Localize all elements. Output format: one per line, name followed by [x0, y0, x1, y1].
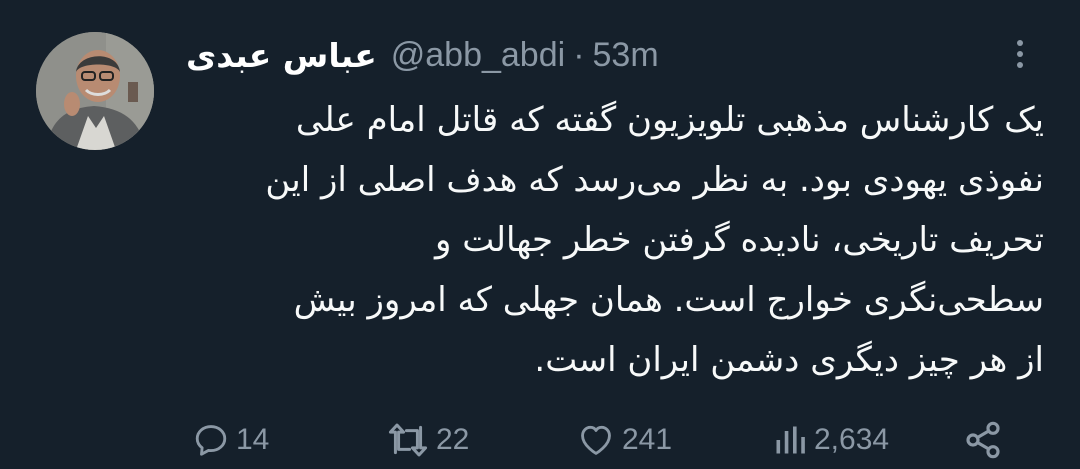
views-icon [776, 426, 805, 454]
retweet-button[interactable]: 22 [386, 412, 469, 468]
author-display-name[interactable]: عباس عبدی [186, 36, 377, 75]
tweet-card: عباس عبدی @abb_abdi · 53m یک کارشناس مذهبی… [0, 0, 1080, 469]
tweet-timestamp[interactable]: 53m [593, 36, 659, 74]
author-handle[interactable]: @abb_abdi [391, 36, 565, 74]
tweet-body: یک کارشناس مذهبی تلویزیون گفته که قاتل ا… [186, 90, 1044, 390]
meta-separator: · [573, 35, 585, 74]
avatar-photo [36, 32, 154, 150]
like-count: 241 [622, 423, 673, 456]
views-count: 2,634 [814, 423, 890, 456]
tweet-text-line: نفوذی یهودی بود. به نظر می‌رسد که هدف اص… [265, 160, 1044, 200]
tweet-text-line: سطحی‌نگری خوارج است. همان جهلی که امروز … [293, 280, 1044, 320]
tweet-text-line: تحریف تاریخی، نادیده گرفتن خطر جهالت و [435, 220, 1044, 260]
heart-icon [581, 425, 611, 455]
share-icon [966, 421, 1000, 459]
like-button[interactable]: 241 [576, 412, 672, 468]
tweet-header: عباس عبدی @abb_abdi · 53m [186, 30, 659, 80]
reply-icon [195, 425, 227, 456]
share-button[interactable] [962, 412, 1004, 468]
retweet-icon [388, 423, 428, 457]
avatar[interactable] [36, 32, 154, 150]
reply-button[interactable]: 14 [192, 412, 269, 468]
author-meta: @abb_abdi · 53m [391, 36, 659, 75]
tweet-actions: 14 22 241 2,634 [0, 412, 1080, 468]
more-vertical-icon[interactable] [1006, 34, 1034, 74]
tweet-text-line: یک کارشناس مذهبی تلویزیون گفته که قاتل ا… [295, 100, 1044, 140]
tweet-text-line: از هر چیز دیگری دشمن ایران است. [534, 340, 1044, 380]
reply-count: 14 [236, 423, 270, 456]
views-button[interactable]: 2,634 [772, 412, 889, 468]
retweet-count: 22 [436, 423, 470, 456]
